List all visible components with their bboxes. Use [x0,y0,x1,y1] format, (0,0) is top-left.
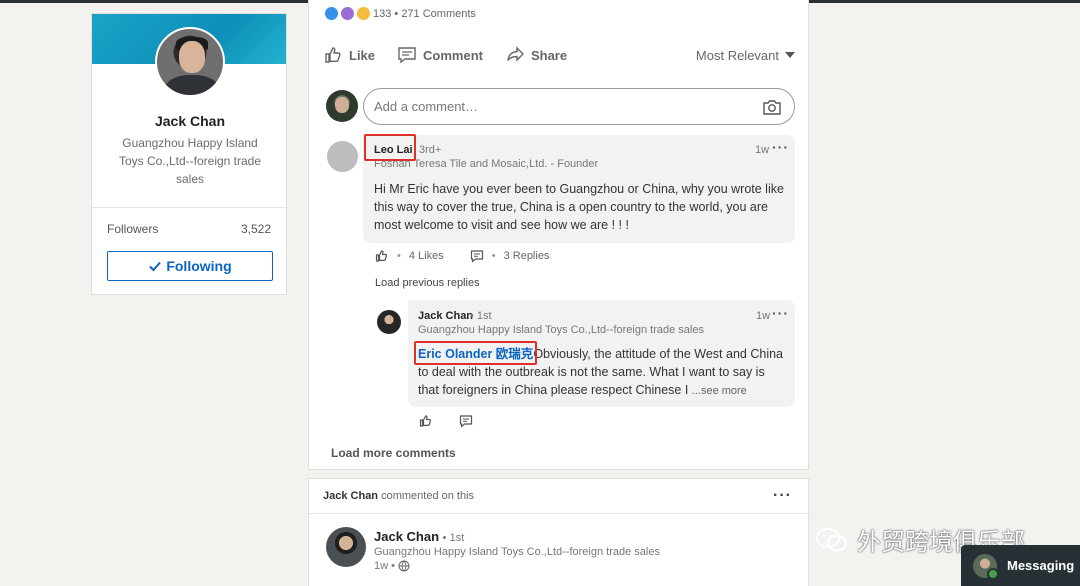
reply-time: 1w [756,310,771,322]
comment-icon [398,47,416,64]
post-card: 133 • 271 Comments Like Comment Share Mo… [308,0,809,470]
reactions-summary[interactable]: 133 • 271 Comments [325,7,476,20]
divider [309,513,810,514]
reply-icon[interactable] [459,414,473,428]
share-label: Share [530,47,568,63]
commenter-avatar[interactable] [327,141,358,172]
share-button[interactable]: Share [505,45,567,65]
messaging-bar[interactable]: Messaging [961,545,1080,586]
profile-headline: Guangzhou Happy Island Toys Co.,Ltd--for… [118,136,262,186]
profile-avatar[interactable] [155,27,225,97]
divider [92,207,288,208]
post-actions: Like Comment Share Most Relevant [323,43,795,67]
reply-icon[interactable] [470,249,484,263]
see-more-link[interactable]: ...see more [692,385,747,397]
reply-author-avatar[interactable] [377,310,401,334]
post-time-text: 1w • [374,560,395,572]
post-author-degree: • 1st [442,532,465,544]
more-options-icon[interactable]: ··· [772,305,789,321]
thumbs-up-icon[interactable] [419,414,433,428]
check-icon [149,261,162,272]
post-author[interactable]: Jack Chan [374,529,439,544]
comment-label: Comment [423,47,483,63]
post-author-avatar[interactable] [326,527,366,567]
comment-placeholder: Add a comment… [374,99,479,114]
wechat-logo-icon [816,527,847,551]
reply-actions [419,414,473,428]
profile-card: Jack Chan Guangzhou Happy Island Toys Co… [91,13,288,295]
like-label: Like [349,47,376,63]
activity-header: Jack Chan commented on this [323,490,474,502]
add-comment-input[interactable]: Add a comment… [363,88,795,125]
followers-label: Followers [107,222,159,236]
reply-degree: • 1st [470,310,492,322]
post-author-name[interactable]: Jack Chan • 1st [374,529,464,544]
replies-count[interactable]: 3 Replies [504,250,550,262]
load-more-comments[interactable]: Load more comments [331,446,456,460]
love-reaction-icon [341,7,354,20]
messaging-label: Messaging [1007,558,1075,573]
load-previous-replies[interactable]: Load previous replies [375,277,480,289]
comment-time: 1w [755,144,770,156]
followers-count: 3,522 [240,222,271,236]
thumbs-up-icon [325,47,341,63]
camera-icon[interactable] [762,98,782,116]
profile-name[interactable]: Jack Chan [92,113,288,129]
comment-actions: • 4 Likes • 3 Replies [375,249,549,263]
reply-author[interactable]: Jack Chan [418,310,473,322]
sort-dropdown[interactable]: Most Relevant [696,48,795,63]
thumbs-up-icon[interactable] [375,249,389,263]
following-button[interactable]: Following [107,251,273,281]
comment-button[interactable]: Comment [397,45,483,65]
current-user-avatar[interactable] [326,90,358,122]
reactions-count[interactable]: 133 • 271 Comments [373,8,476,20]
share-arrow-icon [507,46,524,62]
more-options-icon[interactable]: ··· [772,139,789,155]
like-reaction-icon [325,7,338,20]
globe-icon [398,560,410,572]
post-author-subtitle: Guangzhou Happy Island Toys Co.,Ltd--for… [374,546,660,558]
like-button[interactable]: Like [323,45,375,65]
post-time: 1w • [374,560,410,572]
messaging-avatar [973,553,999,580]
insightful-reaction-icon [357,7,370,20]
comment-text: Hi Mr Eric have you ever been to Guangzh… [374,182,784,232]
activity-actor[interactable]: Jack Chan [323,490,378,502]
comment-degree: 3rd+ [419,144,442,156]
caret-down-icon [785,52,795,58]
likes-count[interactable]: 4 Likes [409,250,444,262]
activity-post-card: Jack Chan commented on this ··· Jack Cha… [308,478,810,586]
highlight-box [364,134,416,161]
following-label: Following [166,258,232,274]
comment-bubble: Leo Lai 3rd+ Foshan Teresa Tile and Mosa… [363,135,795,243]
highlight-box [414,341,537,365]
activity-text: commented on this [381,490,475,502]
reply-subtitle: Guangzhou Happy Island Toys Co.,Ltd--for… [418,324,704,336]
more-options-icon[interactable]: ··· [773,487,792,505]
sort-label: Most Relevant [695,47,779,63]
